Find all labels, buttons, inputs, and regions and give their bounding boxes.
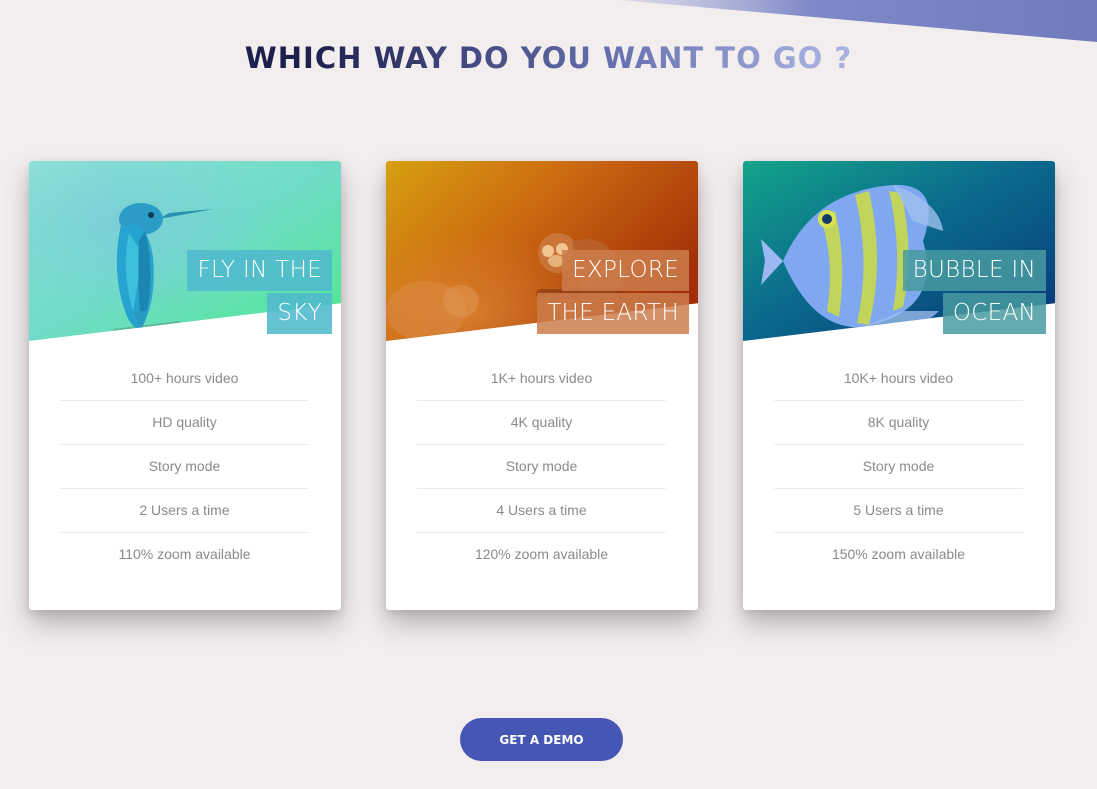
feature-item: 1K+ hours video xyxy=(417,357,666,401)
feature-item: 2 Users a time xyxy=(60,489,309,533)
feature-item: Story mode xyxy=(774,445,1023,489)
feature-item: 8K quality xyxy=(774,401,1023,445)
card-tagline-line1: BUBBLE IN xyxy=(902,250,1046,291)
card-tagline-line2: THE EARTH xyxy=(537,293,689,334)
plan-card-ocean[interactable]: BUBBLE IN OCEAN 10K+ hours video 8K qual… xyxy=(743,161,1055,610)
feature-item: 10K+ hours video xyxy=(774,357,1023,401)
plan-card-sky[interactable]: FLY IN THE SKY 100+ hours video HD quali… xyxy=(29,161,341,610)
feature-item: 150% zoom available xyxy=(831,546,966,562)
get-a-demo-button[interactable]: GET A DEMO xyxy=(460,718,623,761)
card-tagline-line1: FLY IN THE xyxy=(187,250,332,291)
feature-list: 1K+ hours video 4K quality Story mode 4 … xyxy=(417,357,666,576)
feature-item: 120% zoom available xyxy=(474,546,609,562)
feature-item: Story mode xyxy=(417,445,666,489)
feature-list: 100+ hours video HD quality Story mode 2… xyxy=(60,357,309,576)
feature-item: 100+ hours video xyxy=(60,357,309,401)
feature-item: 4 Users a time xyxy=(417,489,666,533)
card-tagline-line2: OCEAN xyxy=(942,293,1046,334)
feature-item: 5 Users a time xyxy=(774,489,1023,533)
page-title: WHICH WAY DO YOU WANT TO GO ? xyxy=(0,41,1097,75)
feature-item: 4K quality xyxy=(417,401,666,445)
card-tagline-line1: EXPLORE xyxy=(562,250,689,291)
feature-item: HD quality xyxy=(60,401,309,445)
plan-card-earth[interactable]: EXPLORE THE EARTH 1K+ hours video 4K qua… xyxy=(386,161,698,610)
card-tagline-line2: SKY xyxy=(267,293,332,334)
feature-item: Story mode xyxy=(60,445,309,489)
feature-item: 110% zoom available xyxy=(118,546,251,562)
feature-list: 10K+ hours video 8K quality Story mode 5… xyxy=(774,357,1023,576)
